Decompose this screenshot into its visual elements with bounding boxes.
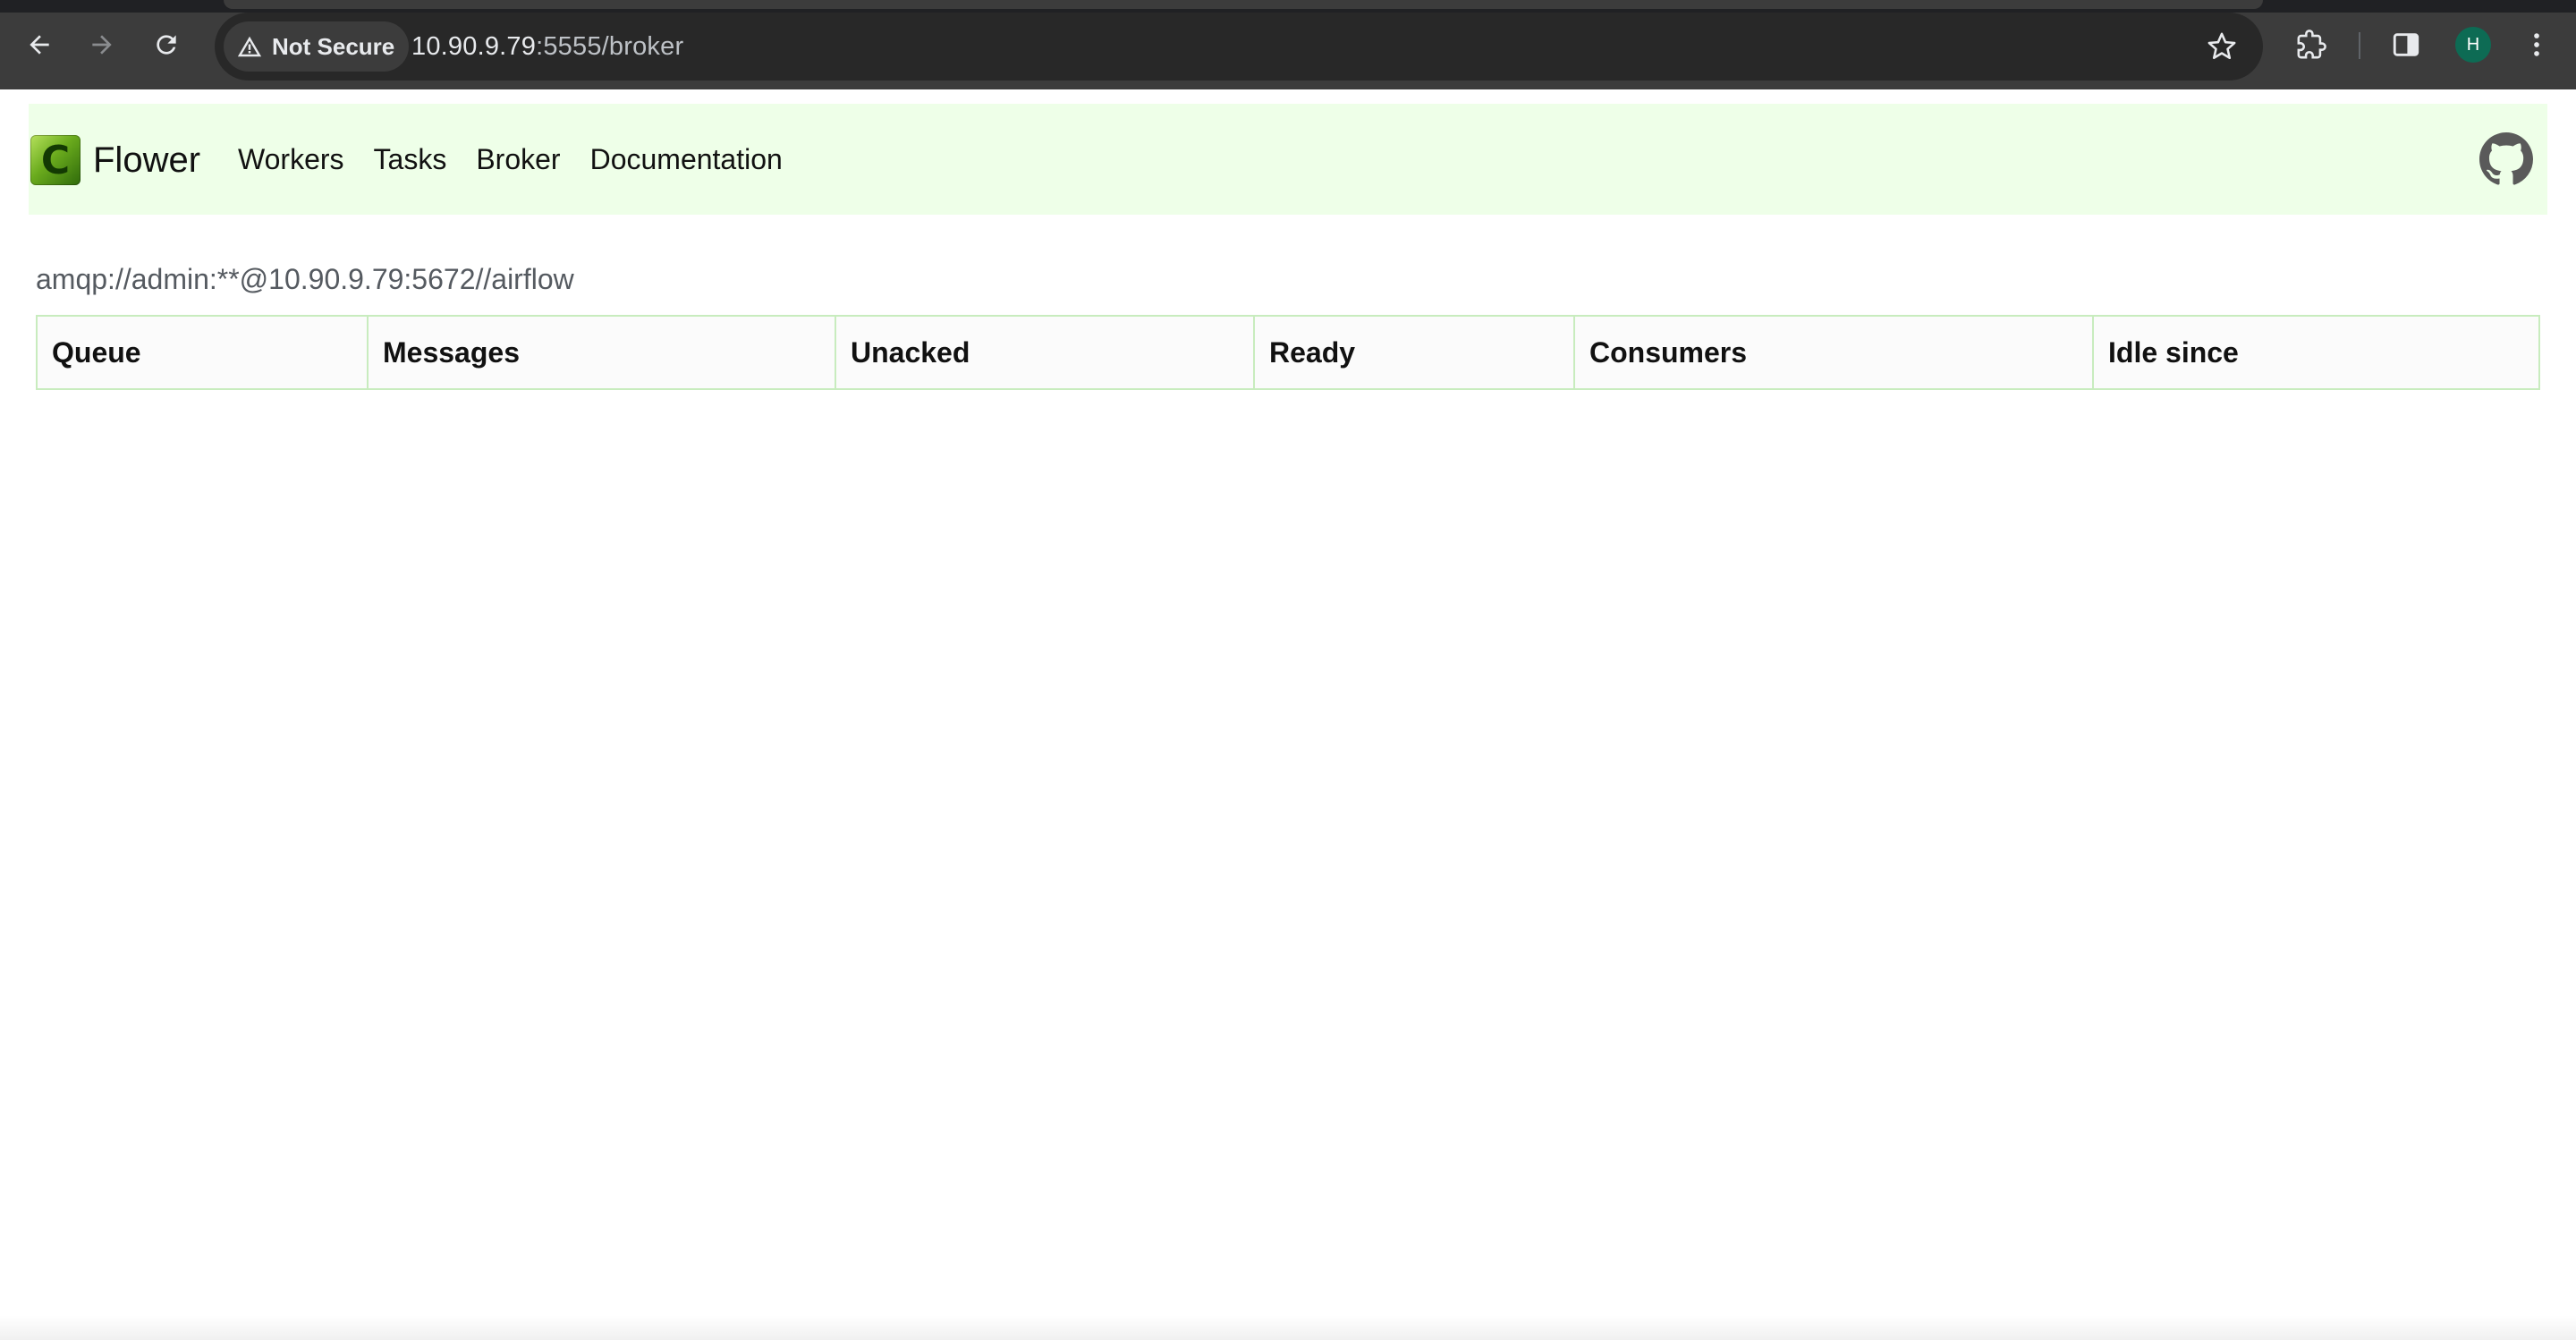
column-header-ready[interactable]: Ready <box>1253 316 1574 389</box>
toolbar-divider <box>2359 32 2360 59</box>
column-header-messages[interactable]: Messages <box>367 316 835 389</box>
github-link[interactable] <box>2479 132 2533 186</box>
bookmark-button[interactable] <box>2200 25 2243 68</box>
extensions-icon <box>2297 30 2326 59</box>
extensions-button[interactable] <box>2290 23 2333 66</box>
security-chip[interactable]: Not Secure <box>224 21 410 72</box>
nav-workers[interactable]: Workers <box>238 143 344 176</box>
url-text[interactable]: 10.90.9.79:5555/broker <box>411 13 683 81</box>
profile-avatar[interactable]: H <box>2455 27 2491 63</box>
brand-link[interactable]: C Flower <box>30 134 200 186</box>
nav-tasks[interactable]: Tasks <box>374 143 447 176</box>
url-path: :5555/broker <box>536 31 684 61</box>
forward-button[interactable] <box>80 23 123 66</box>
brand-name: Flower <box>93 140 201 180</box>
nav-broker[interactable]: Broker <box>476 143 560 176</box>
warning-icon <box>237 36 262 57</box>
column-header-queue[interactable]: Queue <box>37 316 368 389</box>
celery-logo-icon: C <box>30 135 80 185</box>
column-header-idle-since[interactable]: Idle since <box>2092 316 2539 389</box>
back-icon <box>30 35 49 55</box>
active-tab-edge <box>224 0 2263 9</box>
side-panel-button[interactable] <box>2385 23 2428 66</box>
nav-documentation[interactable]: Documentation <box>590 143 783 176</box>
reload-icon <box>157 35 176 55</box>
nav-links: Workers Tasks Broker Documentation <box>238 104 812 215</box>
forward-icon <box>92 35 112 55</box>
browser-toolbar: Not Secure 10.90.9.79:5555/broker H <box>0 0 2576 89</box>
back-button[interactable] <box>18 23 61 66</box>
security-label: Not Secure <box>272 32 395 60</box>
table-header-row: Queue Messages Unacked Ready Consumers I… <box>37 316 2539 389</box>
broker-url: amqp://admin:**@10.90.9.79:5672//airflow <box>36 263 574 295</box>
column-header-unacked[interactable]: Unacked <box>835 316 1254 389</box>
star-icon <box>2207 32 2236 60</box>
queues-table: Queue Messages Unacked Ready Consumers I… <box>36 315 2540 390</box>
window-bottom-edge <box>0 1315 2576 1340</box>
reload-button[interactable] <box>145 23 188 66</box>
menu-button[interactable] <box>2515 23 2558 66</box>
address-bar[interactable]: Not Secure 10.90.9.79:5555/broker <box>215 13 2263 81</box>
column-header-consumers[interactable]: Consumers <box>1573 316 2093 389</box>
more-icon <box>2534 33 2539 56</box>
navbar: C Flower Workers Tasks Broker Documentat… <box>29 104 2547 215</box>
side-panel-icon <box>2393 33 2419 56</box>
url-host: 10.90.9.79 <box>411 31 537 61</box>
github-icon <box>2479 132 2533 185</box>
